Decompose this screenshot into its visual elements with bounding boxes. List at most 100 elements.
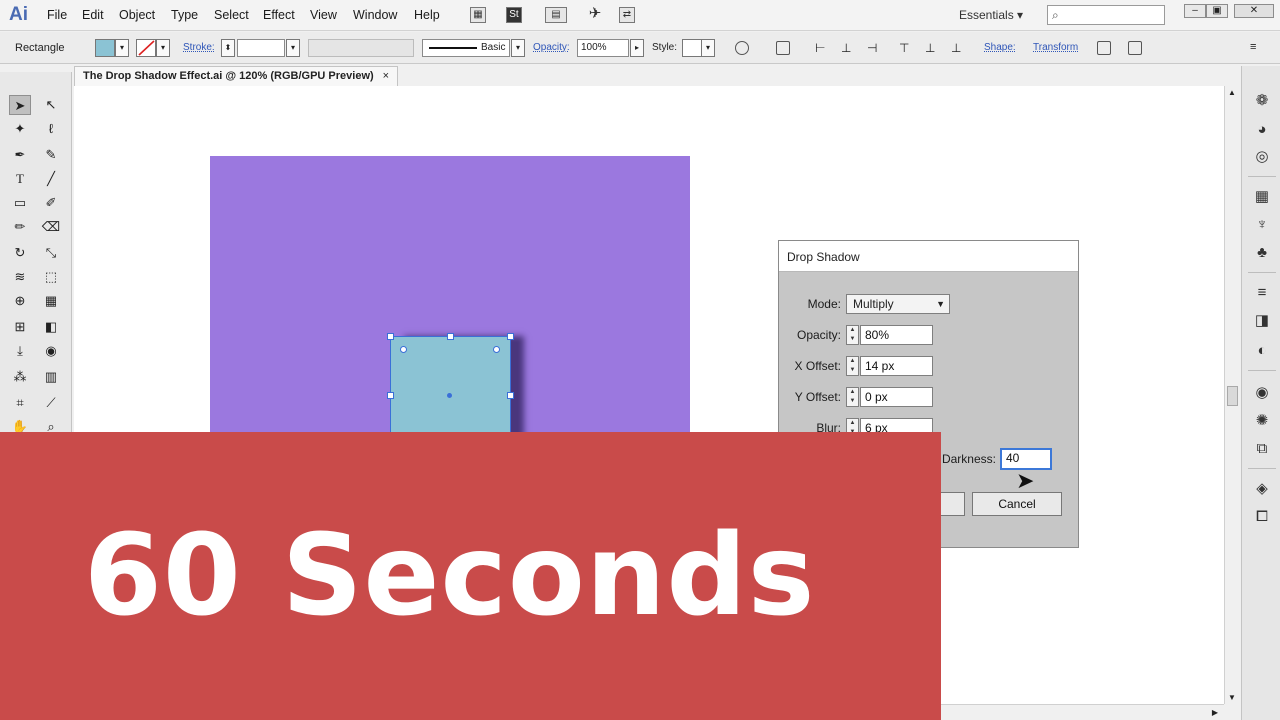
stroke-weight-field[interactable]	[237, 39, 285, 57]
free-transform-tool-icon[interactable]: ⬚	[40, 267, 62, 287]
line-tool-icon[interactable]: ╱	[40, 169, 62, 189]
bridge-icon[interactable]: ▦	[470, 7, 486, 23]
opacity-field[interactable]: 100%	[577, 39, 629, 57]
brush-dropdown[interactable]: ▾	[511, 39, 525, 57]
mode-select[interactable]: Multiply ▼	[846, 294, 950, 314]
fill-dropdown[interactable]: ▾	[115, 39, 129, 57]
eraser-tool-icon[interactable]: ⌫	[40, 217, 62, 237]
align-left-icon[interactable]: ⊢	[815, 41, 829, 55]
align-middle-icon[interactable]: ⊥	[925, 41, 939, 55]
color-guide-icon[interactable]: ◕	[1253, 121, 1271, 139]
pencil-tool-icon[interactable]: ✏	[9, 217, 31, 237]
dialog-title-bar[interactable]: Drop Shadow	[779, 241, 1078, 272]
align-right-icon[interactable]: ⊣	[867, 41, 881, 55]
menu-help[interactable]: Help	[414, 8, 440, 22]
cancel-button[interactable]: Cancel	[972, 492, 1062, 516]
close-document-icon[interactable]: ×	[383, 70, 389, 82]
opacity-stepper[interactable]: ▲ ▼	[846, 325, 859, 345]
gpu-performance-icon[interactable]: ✈	[587, 6, 603, 23]
handle-middle-left[interactable]	[387, 392, 394, 399]
lasso-tool-icon[interactable]: ℓ	[40, 119, 62, 139]
appearance-panel-icon[interactable]: ◎	[1253, 148, 1271, 166]
graph-tool-icon[interactable]: ▥	[40, 367, 62, 387]
stroke-dropdown[interactable]: ▾	[156, 39, 170, 57]
brushes-panel-icon[interactable]: ♆	[1253, 216, 1271, 234]
width-tool-icon[interactable]: ≋	[9, 267, 31, 287]
recolor-artwork-icon[interactable]	[735, 41, 749, 55]
transform-link[interactable]: Transform	[1033, 42, 1078, 53]
graphic-styles-icon[interactable]: ◉	[1253, 384, 1271, 402]
appearance-icon[interactable]: ✺	[1253, 412, 1271, 430]
opacity-input[interactable]: 80%	[860, 325, 933, 345]
paintbrush-tool-icon[interactable]: ✐	[40, 193, 62, 213]
y-offset-stepper[interactable]: ▲ ▼	[846, 387, 859, 407]
fill-swatch[interactable]	[95, 39, 115, 57]
curvature-tool-icon[interactable]: ✎	[40, 145, 62, 165]
handle-top-right[interactable]	[507, 333, 514, 340]
direct-selection-tool-icon[interactable]: ↖	[40, 95, 62, 115]
graphic-style-swatch[interactable]	[682, 39, 702, 57]
minimize-button[interactable]: –	[1184, 4, 1206, 18]
align-bottom-icon[interactable]: ⊥	[951, 41, 965, 55]
color-panel-icon[interactable]: ❁	[1253, 92, 1271, 110]
stroke-swatch[interactable]	[136, 39, 156, 57]
eyedropper-tool-icon[interactable]: ⤓	[9, 341, 31, 361]
stroke-link[interactable]: Stroke:	[183, 42, 215, 53]
slice-tool-icon[interactable]: ⟋	[40, 393, 62, 413]
menu-object[interactable]: Object	[119, 8, 155, 22]
swatches-panel-icon[interactable]: ▦	[1253, 188, 1271, 206]
workspace-switcher[interactable]: Essentials ▾	[959, 8, 1023, 22]
brush-definition[interactable]: Basic	[422, 39, 510, 57]
graphic-style-dropdown[interactable]: ▾	[701, 39, 715, 57]
menu-file[interactable]: File	[47, 8, 67, 22]
perspective-grid-tool-icon[interactable]: ▦	[40, 291, 62, 311]
align-center-icon[interactable]: ⊥	[841, 41, 855, 55]
scroll-up-icon[interactable]: ▲	[1228, 88, 1236, 97]
asset-export-icon[interactable]: ⧉	[1253, 440, 1271, 458]
handle-top-center[interactable]	[447, 333, 454, 340]
sync-settings-icon[interactable]: ⇄	[619, 7, 635, 23]
menu-edit[interactable]: Edit	[82, 8, 104, 22]
stroke-weight-dropdown[interactable]: ▾	[286, 39, 300, 57]
x-offset-stepper[interactable]: ▲ ▼	[846, 356, 859, 376]
scroll-right-icon[interactable]: ▶	[1212, 708, 1218, 717]
stroke-panel-icon[interactable]: ≡	[1253, 284, 1271, 302]
menu-view[interactable]: View	[310, 8, 337, 22]
maximize-button[interactable]: ▣	[1206, 4, 1228, 18]
artboards-panel-icon[interactable]: ⧠	[1253, 508, 1271, 526]
symbol-sprayer-tool-icon[interactable]: ⁂	[9, 367, 31, 387]
align-top-icon[interactable]: ⊤	[899, 41, 913, 55]
mesh-tool-icon[interactable]: ⊞	[9, 317, 31, 337]
x-offset-input[interactable]: 14 px	[860, 356, 933, 376]
menu-window[interactable]: Window	[353, 8, 397, 22]
selection-tool-icon[interactable]: ➤	[9, 95, 31, 115]
menu-select[interactable]: Select	[214, 8, 249, 22]
scale-tool-icon[interactable]: ⤡	[40, 243, 62, 263]
opacity-arrow[interactable]: ▸	[630, 39, 644, 57]
gradient-panel-icon[interactable]: ◨	[1253, 312, 1271, 330]
rotate-tool-icon[interactable]: ↻	[9, 243, 31, 263]
menu-effect[interactable]: Effect	[263, 8, 295, 22]
shape-link[interactable]: Shape:	[984, 42, 1016, 53]
rectangle-tool-icon[interactable]: ▭	[9, 193, 31, 213]
menu-type[interactable]: Type	[171, 8, 198, 22]
shape-builder-tool-icon[interactable]: ⊕	[9, 291, 31, 311]
stroke-weight-stepper[interactable]: ⬍	[221, 39, 235, 57]
search-input[interactable]: ⌕	[1047, 5, 1165, 25]
isolate-icon[interactable]	[1097, 41, 1111, 55]
magic-wand-tool-icon[interactable]: ✦	[9, 119, 31, 139]
blend-tool-icon[interactable]: ◉	[40, 341, 62, 361]
layers-panel-icon[interactable]: ◈	[1253, 480, 1271, 498]
transparency-panel-icon[interactable]: ◐	[1253, 342, 1271, 360]
scroll-down-icon[interactable]: ▼	[1228, 693, 1236, 702]
panel-menu-icon[interactable]: ≡	[1250, 41, 1264, 55]
vertical-scroll-thumb[interactable]	[1227, 386, 1238, 406]
close-window-button[interactable]: ✕	[1234, 4, 1274, 18]
handle-top-left[interactable]	[387, 333, 394, 340]
horizontal-scrollbar[interactable]: ▶	[940, 704, 1224, 720]
symbols-panel-icon[interactable]: ♣	[1253, 244, 1271, 262]
vertical-scrollbar[interactable]: ▲ ▼	[1224, 86, 1240, 704]
stock-icon[interactable]: St	[506, 7, 522, 23]
select-similar-icon[interactable]	[1128, 41, 1142, 55]
corner-widget-left[interactable]	[400, 346, 407, 353]
